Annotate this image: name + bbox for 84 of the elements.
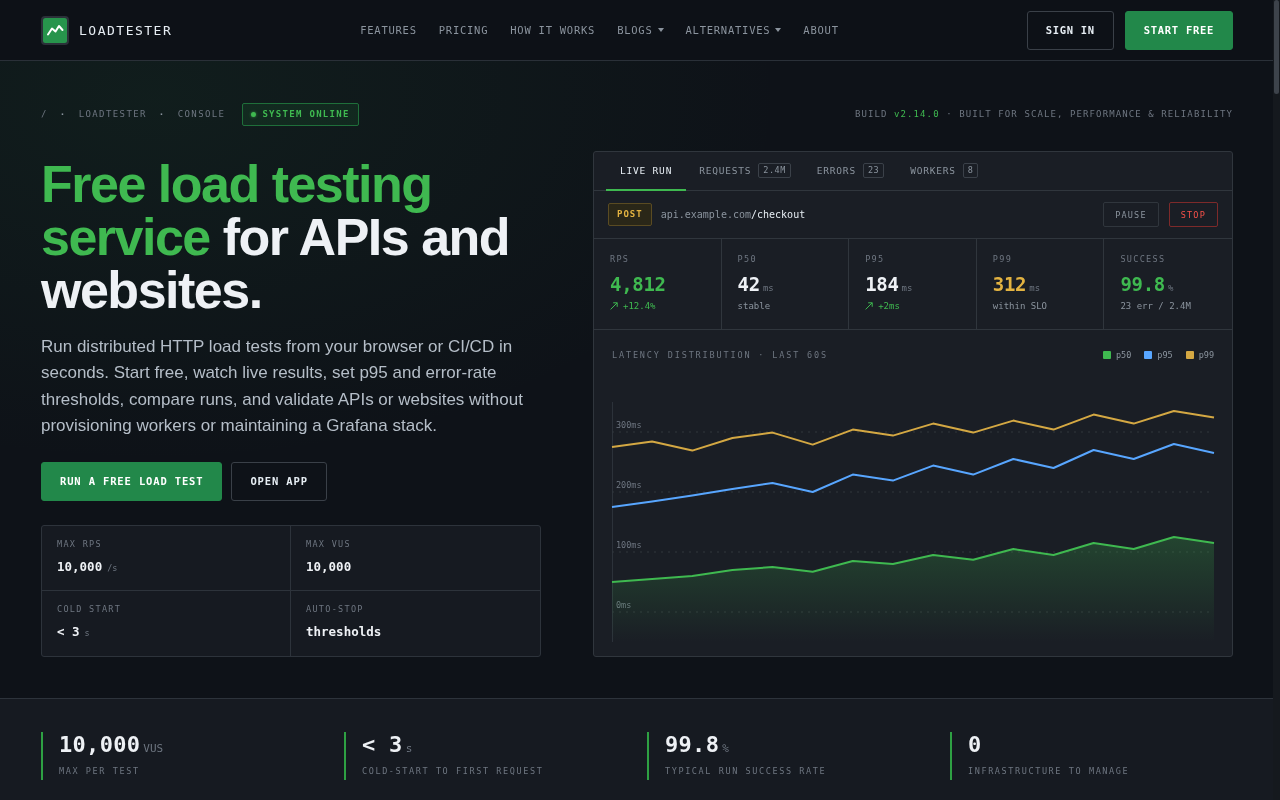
stat-unit: % (722, 742, 729, 755)
start-button[interactable]: START FREE (1124, 10, 1233, 50)
metric-unit: ms (762, 283, 774, 293)
spec-unit: s (84, 627, 90, 638)
pause-button[interactable]: PAUSE (1103, 202, 1159, 227)
metric-value: 42 (737, 272, 760, 297)
metric-note: +2ms (878, 300, 900, 312)
nav-link[interactable]: BLOGS (617, 24, 664, 36)
tab-count: 8 (962, 163, 979, 178)
brand-name: LOADTESTER (79, 22, 173, 38)
spec-label: COLD START (57, 603, 123, 614)
legend-label: p95 (1157, 350, 1173, 360)
scrollbar-thumb[interactable] (1274, 0, 1279, 94)
metric-label: P99 (992, 254, 1014, 264)
metric-value: 99.8 (1120, 272, 1165, 297)
spec-unit: /s (107, 562, 118, 573)
spec-value: thresholds (306, 624, 382, 639)
nav-link[interactable]: PRICING (438, 24, 489, 36)
metric-label: SUCCESS (1120, 254, 1167, 264)
tab[interactable]: ERRORS 23 (803, 152, 898, 191)
breadcrumb-separator: · (158, 110, 166, 119)
tab-count: 2.4M (758, 163, 791, 178)
method-tag: POST (608, 203, 652, 226)
status-dot-icon (251, 112, 257, 117)
breadcrumb-link[interactable]: LOADTESTER (78, 110, 147, 119)
metric-note: within SLO (992, 300, 1047, 312)
metric-value: 312 (992, 272, 1027, 297)
axis-label: 0ms (616, 600, 632, 610)
spec-value: 10,000 (57, 559, 103, 574)
chart-title: LATENCY DISTRIBUTION · LAST 60S (612, 350, 828, 360)
nav-link[interactable]: FEATURES (360, 24, 417, 36)
stat-label: COLD-START TO FIRST REQUEST (362, 766, 545, 776)
breadcrumb-separator: · (59, 110, 67, 119)
nav-link[interactable]: ABOUT (803, 24, 839, 36)
stat-unit: VUS (143, 742, 164, 755)
status-label: SYSTEM ONLINE (262, 110, 350, 119)
breadcrumb-link[interactable]: CONSOLE (177, 110, 226, 119)
legend-label: p50 (1115, 350, 1132, 360)
legend-label: p99 (1198, 350, 1214, 360)
tab[interactable]: REQUESTS 2.4M (686, 152, 804, 191)
metric-unit: ms (1029, 283, 1041, 293)
metric-label: P50 (737, 254, 758, 264)
stop-button[interactable]: STOP (1168, 202, 1218, 227)
metric-note: +12.4% (623, 300, 656, 312)
spec-label: MAX RPS (57, 538, 103, 549)
metric-value: 4,812 (610, 272, 666, 297)
hero-title: Free load testing service for APIs and websites. (41, 158, 511, 317)
tab-count: 23 (862, 163, 885, 178)
metric-note: 23 err / 2.4M (1120, 300, 1191, 312)
stat-value: 10,000 (59, 732, 141, 758)
run-test-button[interactable]: RUN A FREE LOAD TEST (41, 461, 223, 501)
stat-value: 99.8 (665, 732, 720, 758)
stat-label: TYPICAL RUN SUCCESS RATE (665, 766, 828, 776)
nav-link[interactable]: HOW IT WORKS (510, 24, 596, 36)
tab[interactable]: LIVE RUN (606, 152, 687, 191)
axis-label: 300ms (616, 420, 642, 430)
metric-unit: % (1167, 283, 1174, 293)
stat-value: < 3 (362, 732, 403, 758)
stat-label: INFRASTRUCTURE TO MANAGE (968, 766, 1131, 776)
trend-up-icon (610, 302, 618, 310)
metric-label: RPS (610, 254, 631, 264)
stat-value: 0 (968, 732, 982, 758)
metric-note: stable (737, 300, 771, 312)
metric-unit: ms (901, 283, 913, 293)
metric-label: P95 (865, 254, 886, 264)
spec-value: < 3 (57, 624, 80, 639)
spec-label: AUTO-STOP (306, 603, 365, 614)
logo-icon (41, 15, 69, 45)
request-url: api.example.com/checkout (660, 209, 806, 220)
spec-label: MAX VUS (306, 538, 352, 549)
breadcrumb-link[interactable]: / (41, 110, 48, 119)
metric-value: 184 (865, 272, 899, 297)
hero-description: Run distributed HTTP load tests from your browser or CI/CD in seconds. Start free, watch live results, set p95 and error-rate thresholds, compare runs, and validate APIs or websites without provisioning workers or maintaining a Grafana stack. (41, 336, 524, 438)
open-app-button[interactable]: OPEN APP (231, 461, 327, 501)
tab[interactable]: WORKERS 8 (897, 152, 992, 191)
spec-value: 10,000 (306, 559, 352, 574)
trend-up-icon (865, 302, 874, 310)
build-info: BUILD v2.14.0 · BUILT FOR SCALE, PERFORMANCE & RELIABILITY (854, 110, 1233, 119)
stat-label: MAX PER TEST (59, 766, 141, 776)
axis-label: 100ms (616, 540, 642, 550)
stat-unit: s (405, 742, 413, 755)
sign-in-button[interactable]: SIGN IN (1026, 10, 1114, 50)
nav-link[interactable]: ALTERNATIVES (685, 24, 782, 36)
axis-label: 200ms (616, 480, 642, 490)
